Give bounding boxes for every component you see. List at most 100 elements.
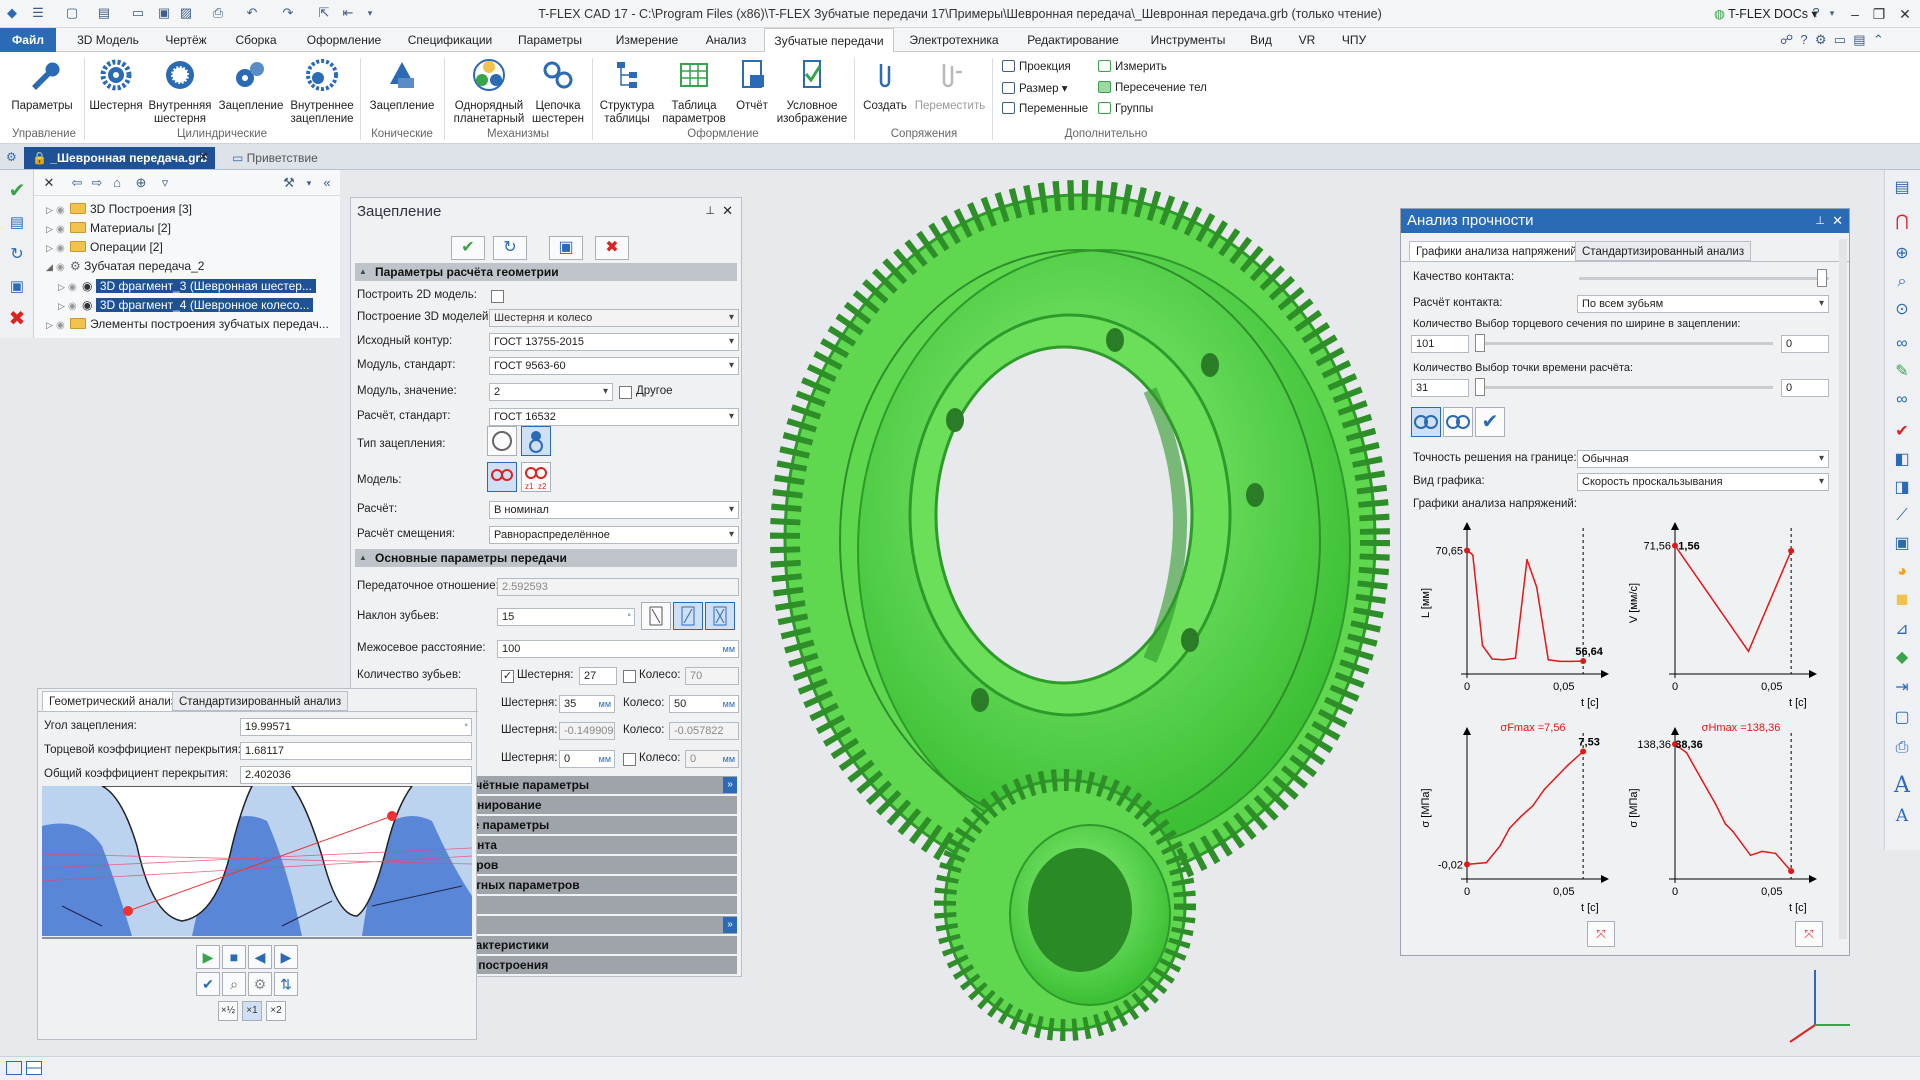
measure-button[interactable]: Измерить <box>1098 60 1167 73</box>
section-geometry[interactable]: Параметры расчёта геометрии <box>355 263 737 281</box>
sphere-icon[interactable]: ◕ <box>1890 560 1914 584</box>
check-button[interactable]: ✔ <box>196 972 220 996</box>
teeth-wheel-checkbox[interactable] <box>623 670 636 683</box>
module-standard-select[interactable]: ГОСТ 9563-60 <box>489 357 739 375</box>
internal-mesh-type-button[interactable] <box>521 426 551 456</box>
scale-half-button[interactable]: ×½ <box>218 1001 238 1021</box>
minimize-button[interactable]: – <box>1844 4 1866 24</box>
calc-select[interactable]: В номинал <box>489 501 739 519</box>
params-button[interactable]: Параметры <box>6 58 78 113</box>
chart-contact-length[interactable]: t [с] L [мм] 0 0,05 70,65 56,64 <box>1415 514 1615 714</box>
check-tool-icon[interactable]: ✔ <box>1890 420 1914 444</box>
report-button[interactable]: Отчёт <box>728 58 776 113</box>
params-table-button[interactable]: Таблица параметров <box>660 58 728 126</box>
gear-settings-button[interactable]: ⚙ <box>248 972 272 996</box>
settings-icon[interactable]: ⚙ <box>1815 32 1827 47</box>
layout-single-icon[interactable] <box>6 1061 22 1075</box>
shift-calc-select[interactable]: Равнораспределённое <box>489 526 739 544</box>
close-tab-icon[interactable]: ✕ <box>198 149 209 165</box>
contour-select[interactable]: ГОСТ 13755-2015 <box>489 333 739 351</box>
close-panel-icon[interactable]: ✕ <box>1832 209 1843 233</box>
tilt-left-button[interactable] <box>641 602 671 630</box>
glasses-alt-icon[interactable]: ∞ <box>1890 388 1914 412</box>
tilt-right-button[interactable] <box>673 602 703 630</box>
conventional-image-button[interactable]: Условное изображение <box>776 58 848 126</box>
tree-item-selected[interactable]: ▷ ◉ ◉ 3D фрагмент_4 (Шевронное колесо... <box>58 296 314 314</box>
tree-item[interactable]: ◢ ◉ ⚙ Зубчатая передача_2 <box>46 257 204 275</box>
zoom-in-icon[interactable]: ⊕ <box>1890 242 1914 266</box>
section-slider[interactable] <box>1479 342 1773 345</box>
accuracy-select[interactable]: Обычная <box>1577 450 1829 468</box>
preview-button[interactable]: ▣ <box>549 236 583 260</box>
text-small-icon[interactable]: A <box>1890 804 1914 828</box>
time-slider[interactable] <box>1479 386 1773 389</box>
chart-sliding-speed[interactable]: t [с] V [мм/с] 0 0,05 71,56 1,56 <box>1623 514 1823 714</box>
section-slider-thumb[interactable] <box>1475 334 1485 352</box>
close-tree-icon[interactable]: ✕ <box>40 174 58 192</box>
back-icon[interactable]: ⇦ <box>68 174 86 192</box>
magnet-icon[interactable]: ⋂ <box>1890 210 1914 234</box>
chart-bending-stress[interactable]: t [с] σ [МПа] 0 0,05 -0,02 7,53 σFmax =7,56 <box>1415 719 1615 919</box>
zoom-button[interactable]: ⌕ <box>222 972 246 996</box>
tab-tools[interactable]: Инструменты <box>1140 28 1236 52</box>
expand-icon[interactable]: » <box>723 777 737 793</box>
tab-edit[interactable]: Редактирование <box>1018 28 1128 52</box>
measure-tool-icon[interactable]: ✎ <box>1890 360 1914 384</box>
ok-button[interactable]: ✔ <box>451 236 485 260</box>
apply-button[interactable]: ↻ <box>493 236 527 260</box>
tab-gears[interactable]: Зубчатые передачи <box>764 28 894 53</box>
tab-3d-model[interactable]: 3D Модель <box>70 28 146 52</box>
tab-geometric-analysis[interactable]: Геометрический анализ <box>42 691 184 711</box>
graph-type-select[interactable]: Скорость проскальзывания <box>1577 473 1829 491</box>
quality-slider-thumb[interactable] <box>1817 269 1827 287</box>
zoom-icon[interactable]: ⌕ <box>1890 270 1914 294</box>
section-icon[interactable]: ⊿ <box>1890 618 1914 642</box>
calc-standard-select[interactable]: ГОСТ 16532 <box>489 408 739 426</box>
tab-assembly[interactable]: Сборка <box>228 28 284 52</box>
tab-welcome[interactable]: ▭ Приветствие <box>224 147 326 169</box>
green-cube-icon[interactable]: ◆ <box>1890 646 1914 670</box>
filter-icon[interactable]: ▿ <box>156 174 174 192</box>
pin-icon[interactable]: ⊥ <box>1815 209 1825 233</box>
cancel-icon[interactable]: ✖ <box>4 306 30 332</box>
groups-button[interactable]: Группы <box>1098 102 1153 115</box>
tree-item[interactable]: ▷ ◉ Материалы [2] <box>46 219 171 237</box>
tab-analysis[interactable]: Анализ <box>700 28 752 52</box>
section-position-input[interactable]: 0 <box>1781 335 1829 353</box>
export-chart-button[interactable]: ⤧ <box>1587 921 1615 947</box>
step-forward-button[interactable]: ▶ <box>274 945 298 969</box>
apply-analysis-button[interactable]: ✔ <box>1475 407 1505 437</box>
stop-button[interactable]: ■ <box>222 945 246 969</box>
tab-params[interactable]: Параметры <box>510 28 590 52</box>
swap-button[interactable]: ⇅ <box>274 972 298 996</box>
tab-standard-analysis[interactable]: Стандартизированный анализ <box>1575 241 1752 261</box>
tilt-chevron-button[interactable] <box>705 602 735 630</box>
close-window-button[interactable]: ✕ <box>1894 4 1916 24</box>
layout-icon[interactable]: ▤ <box>1853 32 1865 47</box>
mesh-profile-view[interactable] <box>42 786 472 936</box>
solid-icon[interactable]: ◼ <box>1890 588 1914 612</box>
scale-two-button[interactable]: ×2 <box>266 1001 286 1021</box>
tab-design[interactable]: Оформление <box>298 28 390 52</box>
build-3d-select[interactable]: Шестерня и колесо <box>489 309 739 327</box>
time-position-input[interactable]: 0 <box>1781 379 1829 397</box>
box-icon[interactable]: ▣ <box>1890 532 1914 556</box>
teeth-gear-input[interactable]: 27 <box>579 667 617 685</box>
tab-view[interactable]: Вид <box>1246 28 1276 52</box>
tree-item[interactable]: ▷ ◉ Элементы построения зубчатых передач..… <box>46 315 329 333</box>
play-button[interactable]: ▶ <box>196 945 220 969</box>
view-pair-button[interactable] <box>1411 407 1441 437</box>
body-intersection-button[interactable]: Пересечение тел <box>1098 81 1207 94</box>
internal-mesh-button[interactable]: Внутреннее зацепление <box>288 58 356 126</box>
tab-standard-analysis[interactable]: Стандартизированный анализ <box>172 691 349 711</box>
scale-one-button[interactable]: ×1 <box>242 1001 262 1021</box>
tilt-input[interactable]: 15 ° <box>497 608 635 626</box>
tab-document-active[interactable]: 🔒 _Шевронная передача.grb <box>24 147 216 169</box>
layers-icon[interactable]: ▤ <box>1890 176 1914 200</box>
build-2d-checkbox[interactable] <box>491 290 504 303</box>
properties-icon[interactable]: ▤ <box>4 210 30 236</box>
create-mate-button[interactable]: Создать <box>858 58 912 113</box>
time-count-input[interactable]: 31 <box>1411 379 1469 397</box>
tab-measure[interactable]: Измерение <box>604 28 690 52</box>
preview-icon[interactable]: ▣ <box>4 274 30 300</box>
